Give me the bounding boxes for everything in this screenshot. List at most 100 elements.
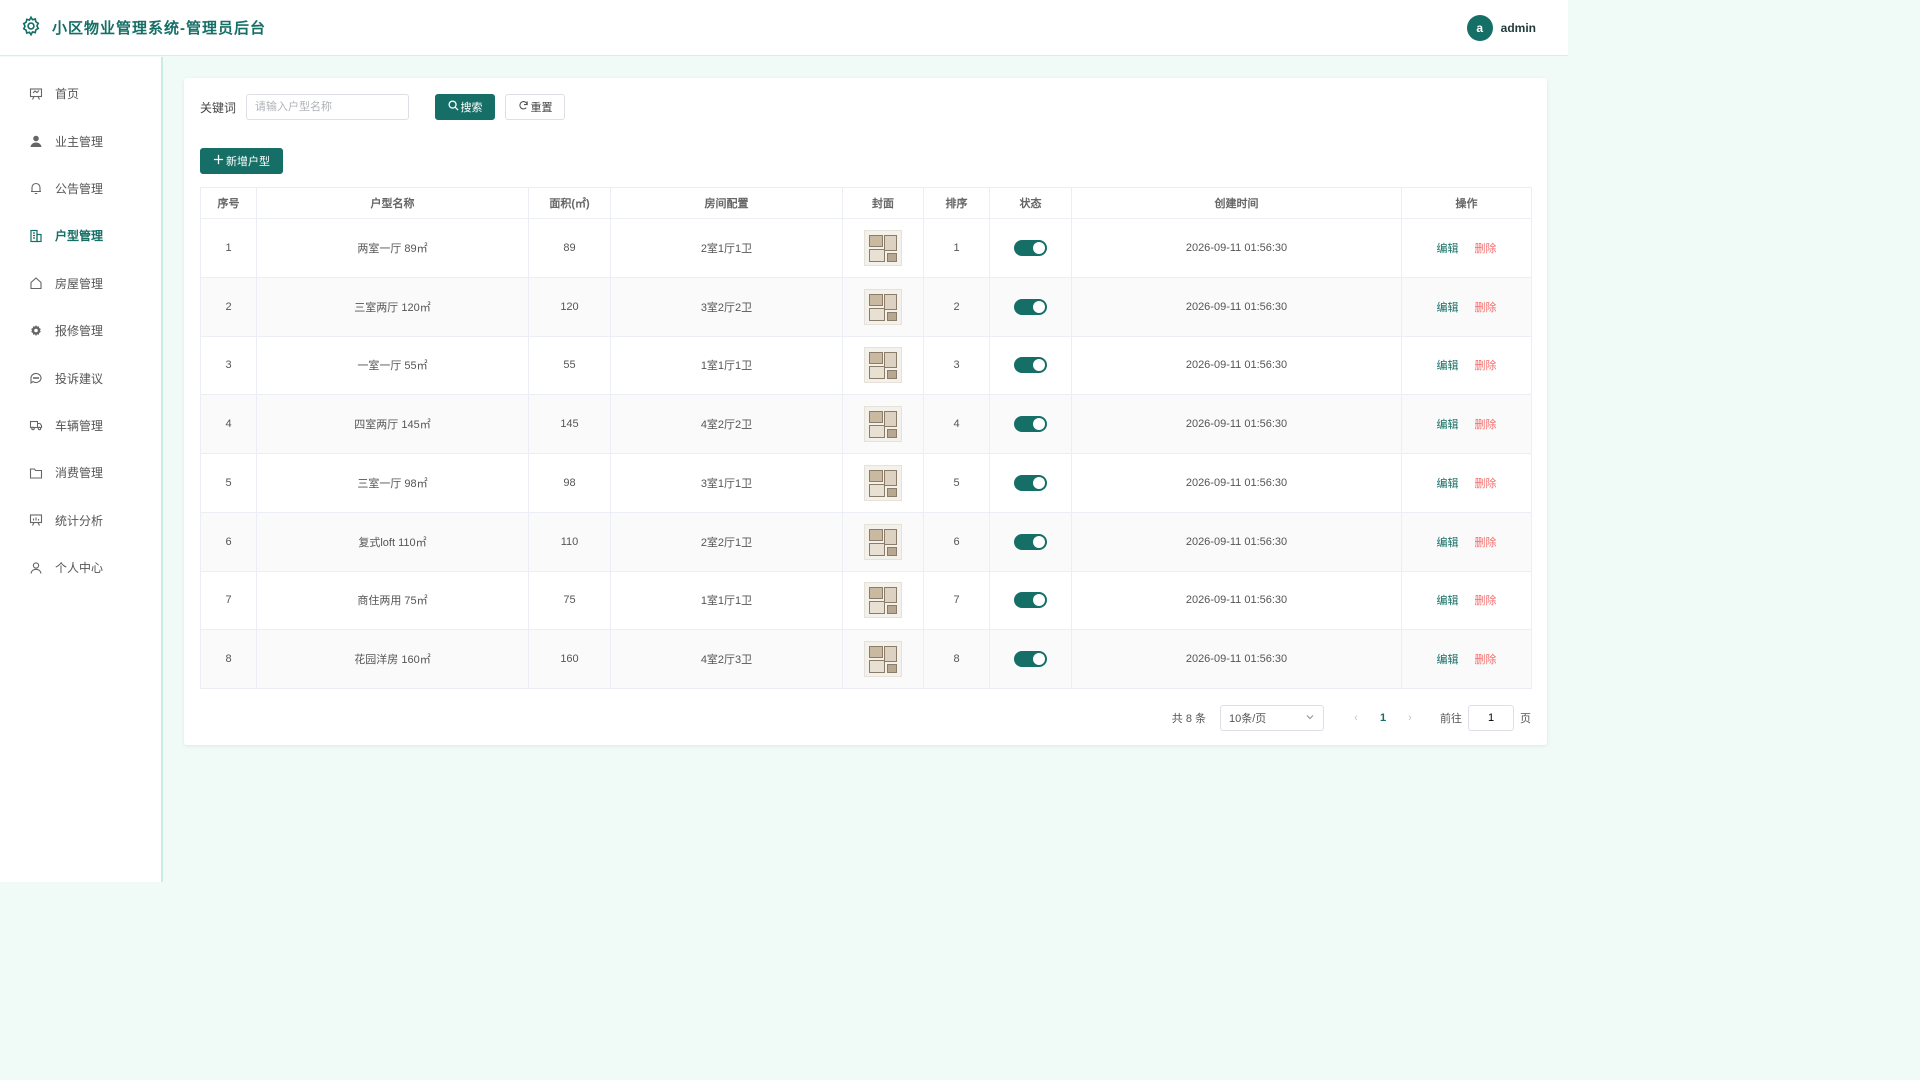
sidebar-item[interactable]: 房屋管理: [0, 260, 161, 307]
sidebar-item[interactable]: 个人中心: [0, 544, 161, 591]
presentation-icon: [28, 86, 43, 101]
table-row: 6 复式loft 110㎡ 110 2室2厅1卫 6 2026-09-11 01:56:3…: [200, 512, 1532, 572]
area-cell: 89: [528, 218, 611, 278]
sidebar-item[interactable]: 户型管理: [0, 212, 161, 259]
unit-type-name: 两室一厅 89㎡: [256, 218, 529, 278]
delete-link[interactable]: 删除: [1475, 534, 1497, 550]
actions-cell: 编辑 删除: [1401, 629, 1532, 689]
sort-cell: 7: [923, 571, 990, 631]
edit-link[interactable]: 编辑: [1437, 651, 1459, 667]
keyword-input[interactable]: [246, 94, 410, 120]
search-button-label: 搜索: [460, 102, 483, 114]
sidebar-item[interactable]: 统计分析: [0, 497, 161, 544]
add-unit-type-button[interactable]: 新增户型: [200, 148, 283, 174]
prev-page-icon[interactable]: ‹: [1344, 712, 1368, 724]
status-toggle[interactable]: [1014, 651, 1047, 668]
status-toggle[interactable]: [1014, 357, 1047, 374]
status-cell: [989, 394, 1072, 454]
status-toggle[interactable]: [1014, 533, 1047, 550]
sort-cell: 5: [923, 453, 990, 513]
edit-link[interactable]: 编辑: [1437, 534, 1459, 550]
status-cell: [989, 571, 1072, 631]
sidebar-item[interactable]: 投诉建议: [0, 354, 161, 401]
column-header: 状态: [989, 187, 1072, 219]
cover-cell: [842, 336, 924, 396]
cover-cell: [842, 218, 924, 278]
floor-plan-thumbnail[interactable]: [864, 229, 902, 266]
sidebar-item-label: 公告管理: [55, 181, 104, 196]
floor-plan-thumbnail[interactable]: [864, 406, 902, 443]
sidebar-item[interactable]: 报修管理: [0, 307, 161, 354]
floor-plan-thumbnail[interactable]: [864, 347, 902, 384]
user-menu[interactable]: a admin: [1466, 14, 1536, 41]
status-toggle[interactable]: [1014, 239, 1047, 256]
chevron-down-icon: [1305, 712, 1315, 725]
room-config-cell: 1室1厅1卫: [610, 571, 843, 631]
table-row: 7 商住两用 75㎡ 75 1室1厅1卫 7 2026-09-11 01:56:30 编辑删…: [200, 571, 1532, 631]
row-index: 5: [200, 453, 257, 513]
floor-plan-thumbnail[interactable]: [864, 641, 902, 678]
username[interactable]: admin: [1501, 21, 1536, 35]
row-index: 3: [200, 336, 257, 396]
cover-cell: [842, 453, 924, 513]
created-time-cell: 2026-09-11 01:56:30: [1071, 453, 1402, 513]
floor-plan-thumbnail[interactable]: [864, 288, 902, 325]
page-suffix: 页: [1520, 713, 1531, 725]
delete-link[interactable]: 删除: [1475, 592, 1497, 608]
room-config-cell: 1室1厅1卫: [610, 336, 843, 396]
sidebar-item[interactable]: 首页: [0, 70, 161, 117]
floor-plan-thumbnail[interactable]: [864, 523, 902, 560]
status-cell: [989, 453, 1072, 513]
sidebar-item[interactable]: 车辆管理: [0, 402, 161, 449]
floor-plan-thumbnail[interactable]: [864, 464, 902, 501]
actions-cell: 编辑 删除: [1401, 453, 1532, 513]
status-toggle[interactable]: [1014, 298, 1047, 315]
status-cell: [989, 629, 1072, 689]
delete-link[interactable]: 删除: [1475, 651, 1497, 667]
edit-link[interactable]: 编辑: [1437, 299, 1459, 315]
edit-link[interactable]: 编辑: [1437, 357, 1459, 373]
column-header: 户型名称: [256, 187, 529, 219]
column-header: 面积(㎡): [528, 187, 611, 219]
user-icon: [28, 134, 43, 149]
status-toggle[interactable]: [1014, 474, 1047, 491]
goto-page-input[interactable]: [1468, 705, 1514, 731]
search-button[interactable]: 搜索: [435, 94, 496, 120]
status-toggle[interactable]: [1014, 416, 1047, 433]
delete-link[interactable]: 删除: [1475, 416, 1497, 432]
row-index: 1: [200, 218, 257, 278]
page-size-select[interactable]: 10条/页: [1220, 705, 1324, 731]
top-header: 小区物业管理系统-管理员后台 a admin: [0, 0, 1568, 56]
area-cell: 75: [528, 571, 611, 631]
room-config-cell: 2室2厅1卫: [610, 512, 843, 572]
created-time-cell: 2026-09-11 01:56:30: [1071, 394, 1402, 454]
sidebar-item-label: 首页: [55, 87, 80, 102]
edit-link[interactable]: 编辑: [1437, 592, 1459, 608]
chart-board-icon: [28, 513, 43, 528]
delete-link[interactable]: 删除: [1475, 357, 1497, 373]
edit-link[interactable]: 编辑: [1437, 416, 1459, 432]
sidebar-item[interactable]: 公告管理: [0, 165, 161, 212]
gear-icon: [28, 323, 43, 338]
goto-label: 前往: [1440, 713, 1462, 725]
reset-button[interactable]: 重置: [505, 94, 566, 120]
edit-link[interactable]: 编辑: [1437, 240, 1459, 256]
area-cell: 120: [528, 277, 611, 337]
page-number[interactable]: 1: [1368, 712, 1398, 724]
cover-cell: [842, 512, 924, 572]
pagination: 共 8 条 10条/页 ‹ 1 › 前往 页: [1172, 705, 1531, 731]
area-cell: 98: [528, 453, 611, 513]
avatar[interactable]: a: [1466, 14, 1493, 41]
edit-link[interactable]: 编辑: [1437, 475, 1459, 491]
delete-link[interactable]: 删除: [1475, 240, 1497, 256]
delete-link[interactable]: 删除: [1475, 299, 1497, 315]
next-page-icon[interactable]: ›: [1398, 712, 1422, 724]
sidebar-item-label: 车辆管理: [55, 418, 104, 433]
status-cell: [989, 218, 1072, 278]
room-config-cell: 4室2厅2卫: [610, 394, 843, 454]
delete-link[interactable]: 删除: [1475, 475, 1497, 491]
status-toggle[interactable]: [1014, 592, 1047, 609]
floor-plan-thumbnail[interactable]: [864, 582, 902, 619]
sidebar-item[interactable]: 消费管理: [0, 449, 161, 496]
sidebar-item[interactable]: 业主管理: [0, 117, 161, 164]
